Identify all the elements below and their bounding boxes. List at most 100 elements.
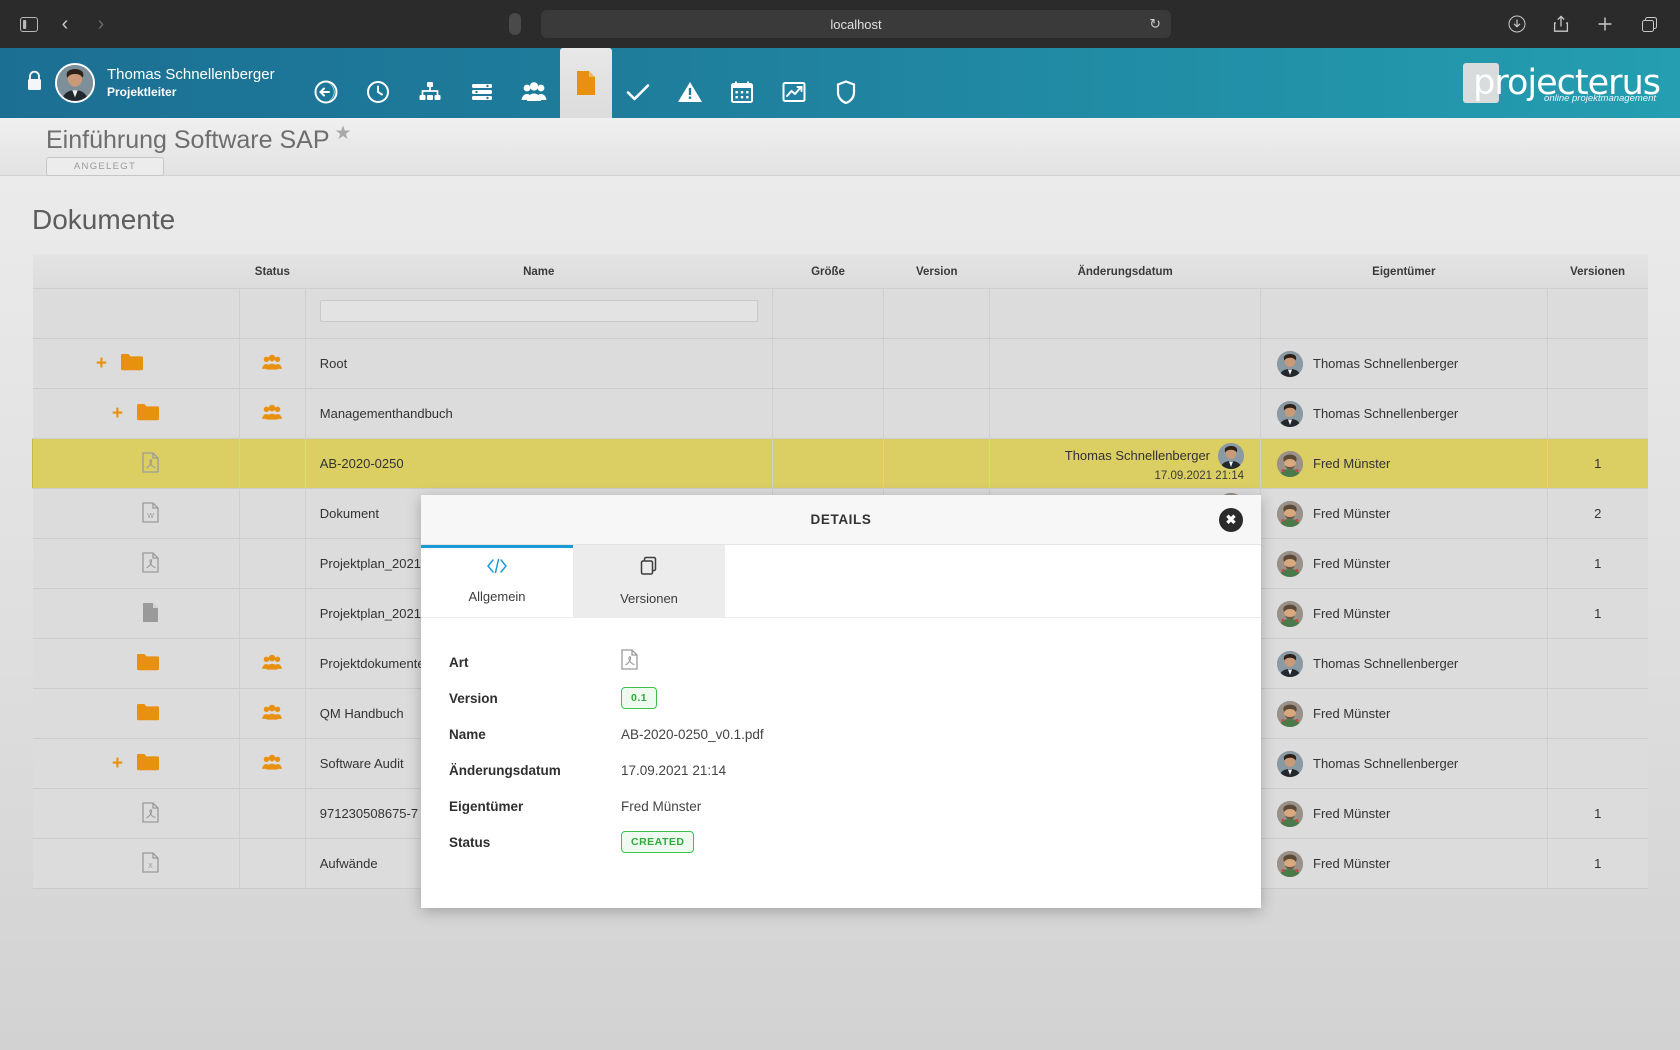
sidebar-toggle-icon[interactable] bbox=[14, 9, 44, 39]
cell-size bbox=[772, 439, 883, 489]
search-input[interactable] bbox=[320, 300, 758, 322]
cell-versions bbox=[1547, 739, 1648, 789]
tab-overview-icon[interactable] bbox=[1634, 9, 1664, 39]
cell-version bbox=[884, 339, 990, 389]
cell-tree[interactable]: + bbox=[33, 739, 240, 789]
cell-tree[interactable]: + bbox=[33, 639, 240, 689]
avatar[interactable] bbox=[55, 63, 95, 103]
nav-team[interactable] bbox=[508, 66, 560, 118]
expand-toggle[interactable]: + bbox=[112, 404, 123, 423]
col-name[interactable]: Name bbox=[305, 254, 772, 289]
field-value: Fred Münster bbox=[621, 799, 701, 814]
col-versions[interactable]: Versionen bbox=[1547, 254, 1648, 289]
table-row[interactable]: + AB-2020-0250 Thomas Schnellenberger17.09… bbox=[33, 439, 1649, 489]
nav-calendar[interactable] bbox=[716, 66, 768, 118]
owner-name: Fred Münster bbox=[1313, 606, 1390, 621]
nav-tasks[interactable] bbox=[456, 66, 508, 118]
reload-icon[interactable]: ↻ bbox=[1149, 16, 1161, 33]
cell-tree[interactable]: + bbox=[33, 689, 240, 739]
table-row[interactable]: +RootThomas Schnellenberger bbox=[33, 339, 1649, 389]
cell-owner: Fred Münster bbox=[1261, 539, 1548, 589]
privacy-shield-icon[interactable] bbox=[509, 13, 521, 35]
expand-toggle[interactable]: + bbox=[96, 354, 107, 373]
pdf-file-icon bbox=[621, 649, 638, 675]
cell-tree[interactable]: + bbox=[33, 789, 240, 839]
main-navigation bbox=[300, 48, 872, 118]
project-title-wrap: Einführung Software SAP ★ bbox=[46, 118, 330, 155]
owner-name: Thomas Schnellenberger bbox=[1313, 756, 1458, 771]
folder-icon bbox=[137, 703, 159, 724]
nav-documents[interactable] bbox=[560, 48, 612, 118]
cell-owner: Fred Münster bbox=[1261, 689, 1548, 739]
modified-date: 17.09.2021 21:14 bbox=[990, 469, 1244, 485]
cell-tree[interactable]: + bbox=[33, 389, 240, 439]
share-icon[interactable] bbox=[1546, 9, 1576, 39]
col-version[interactable]: Version bbox=[884, 254, 990, 289]
nav-risks[interactable] bbox=[664, 66, 716, 118]
address-bar[interactable]: localhost ↻ bbox=[541, 10, 1171, 38]
cell-name[interactable]: AB-2020-0250 bbox=[305, 439, 772, 489]
people-group-icon bbox=[261, 360, 283, 375]
cell-tree[interactable]: + bbox=[33, 539, 240, 589]
download-icon[interactable] bbox=[1502, 9, 1532, 39]
browser-actions bbox=[1502, 9, 1680, 39]
browser-toolbar: ‹ › localhost ↻ bbox=[0, 0, 1680, 48]
expand-toggle[interactable]: + bbox=[112, 754, 123, 773]
close-icon[interactable]: ✖ bbox=[1219, 508, 1243, 532]
forward-chevron-icon[interactable]: › bbox=[86, 9, 116, 39]
cell-status bbox=[239, 789, 305, 839]
cell-owner: Fred Münster bbox=[1261, 789, 1548, 839]
col-modified[interactable]: Änderungsdatum bbox=[990, 254, 1261, 289]
nav-approvals[interactable] bbox=[612, 66, 664, 118]
cell-status bbox=[239, 589, 305, 639]
dialog-header: DETAILS ✖ bbox=[421, 495, 1261, 545]
detail-field: Art bbox=[421, 644, 1261, 680]
page-content: Dokumente Status Name Größe Version Ände… bbox=[0, 176, 1680, 1050]
tab-allgemein[interactable]: Allgemein bbox=[421, 545, 573, 617]
nav-quality[interactable] bbox=[820, 66, 872, 118]
cell-versions: 2 bbox=[1547, 489, 1648, 539]
star-icon[interactable]: ★ bbox=[334, 122, 351, 145]
nav-reports[interactable] bbox=[768, 66, 820, 118]
project-title-band: Einführung Software SAP ★ ANGELEGT bbox=[0, 118, 1680, 176]
cell-tree[interactable]: + bbox=[33, 339, 240, 389]
owner-name: Thomas Schnellenberger bbox=[1313, 406, 1458, 421]
nav-logout[interactable] bbox=[300, 66, 352, 118]
nav-time[interactable] bbox=[352, 66, 404, 118]
cell-versions bbox=[1547, 639, 1648, 689]
cell-status bbox=[239, 439, 305, 489]
pdf-file-icon bbox=[142, 452, 159, 476]
url-text: localhost bbox=[830, 17, 881, 32]
detail-field: EigentümerFred Münster bbox=[421, 788, 1261, 824]
owner-name: Fred Münster bbox=[1313, 556, 1390, 571]
cell-tree[interactable]: + bbox=[33, 439, 240, 489]
nav-org-chart[interactable] bbox=[404, 66, 456, 118]
cell-tree[interactable]: +W bbox=[33, 489, 240, 539]
col-owner[interactable]: Eigentümer bbox=[1261, 254, 1548, 289]
owner-name: Fred Münster bbox=[1313, 856, 1390, 871]
avatar bbox=[1277, 551, 1303, 577]
cell-status bbox=[239, 389, 305, 439]
cell-name[interactable]: Root bbox=[305, 339, 772, 389]
plus-icon[interactable] bbox=[1590, 9, 1620, 39]
cell-owner: Thomas Schnellenberger bbox=[1261, 739, 1548, 789]
application-window: Thomas Schnellenberger Projektleiter bbox=[0, 48, 1680, 1050]
avatar bbox=[1277, 851, 1303, 877]
cell-modified: Thomas Schnellenberger17.09.2021 21:14 bbox=[990, 439, 1261, 489]
cell-name[interactable]: Managementhandbuch bbox=[305, 389, 772, 439]
cell-versions: 1 bbox=[1547, 839, 1648, 889]
back-chevron-icon[interactable]: ‹ bbox=[50, 9, 80, 39]
lock-icon bbox=[26, 70, 43, 97]
table-row[interactable]: + Managementhandbuch Thomas Schnellenberge… bbox=[33, 389, 1649, 439]
cell-size bbox=[772, 339, 883, 389]
browser-nav-controls: ‹ › bbox=[0, 9, 116, 39]
cell-version bbox=[884, 389, 990, 439]
dialog-title: DETAILS bbox=[811, 512, 872, 527]
cell-tree[interactable]: +X bbox=[33, 839, 240, 889]
col-tree[interactable] bbox=[33, 254, 240, 289]
avatar bbox=[1277, 801, 1303, 827]
col-size[interactable]: Größe bbox=[772, 254, 883, 289]
tab-versionen[interactable]: Versionen bbox=[573, 545, 725, 617]
col-status[interactable]: Status bbox=[239, 254, 305, 289]
cell-tree[interactable]: + bbox=[33, 589, 240, 639]
